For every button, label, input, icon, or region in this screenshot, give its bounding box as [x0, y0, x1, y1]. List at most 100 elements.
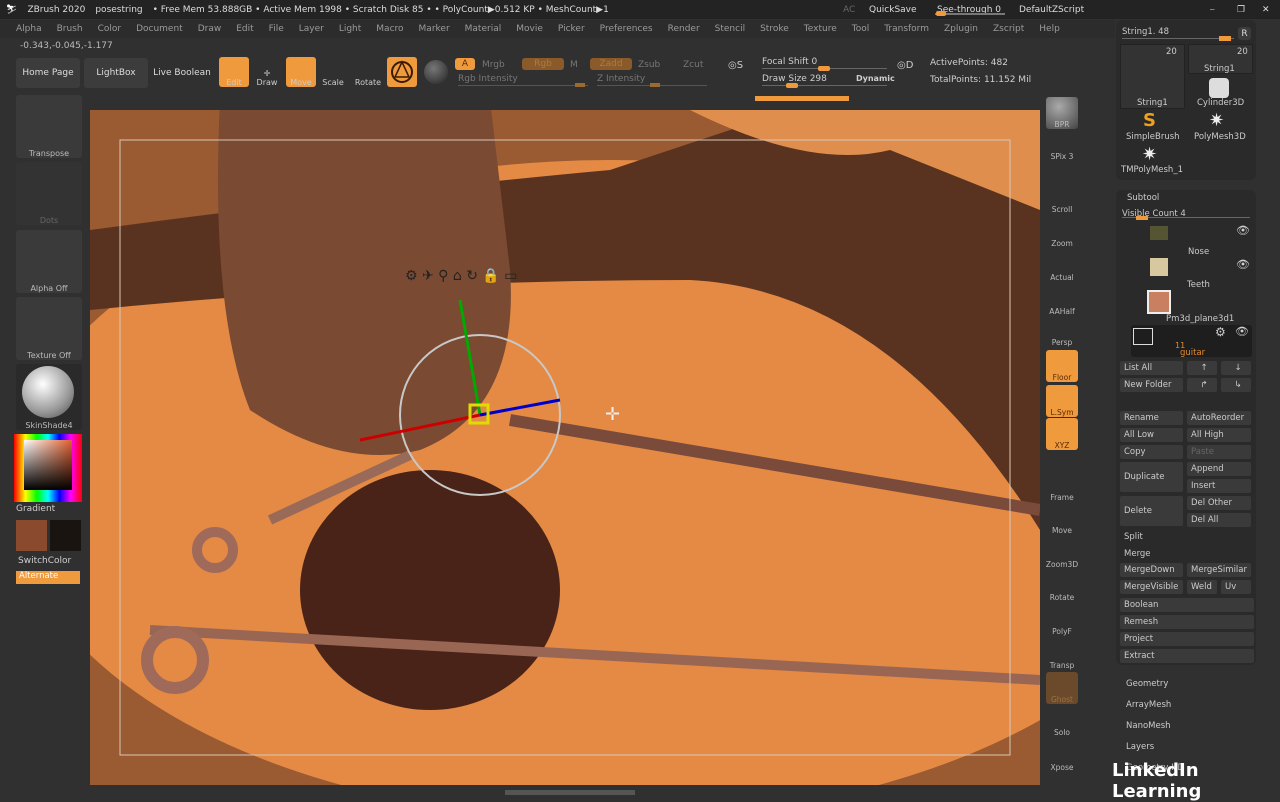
- tool-thumb-tmpolymesh[interactable]: TMPolyMesh_1: [1121, 165, 1183, 175]
- section-geometry[interactable]: Geometry: [1122, 677, 1252, 691]
- weld-button[interactable]: Weld: [1187, 580, 1217, 594]
- menu-file[interactable]: File: [269, 24, 284, 34]
- menu-brush[interactable]: Brush: [57, 24, 83, 34]
- transpose-button[interactable]: Transpose: [16, 95, 82, 158]
- gradient-label[interactable]: Gradient: [16, 504, 55, 514]
- menu-alpha[interactable]: Alpha: [16, 24, 42, 34]
- switch-color-button[interactable]: SwitchColor: [18, 556, 71, 566]
- arrow-button[interactable]: ↑: [1187, 361, 1217, 375]
- all-low-button[interactable]: All Low: [1120, 428, 1183, 442]
- eye-icon[interactable]: 👁: [1236, 258, 1250, 271]
- subtool-item-teeth[interactable]: Teeth: [1187, 280, 1210, 290]
- mergevisible-button[interactable]: MergeVisible: [1120, 580, 1183, 594]
- zcut-toggle[interactable]: Zcut: [683, 60, 703, 70]
- arrow-button[interactable]: ↱: [1187, 378, 1217, 392]
- tool-thumb-simplebrush[interactable]: SimpleBrush: [1126, 132, 1180, 142]
- lightbox-button[interactable]: LightBox: [84, 58, 148, 88]
- section-layers[interactable]: Layers: [1122, 740, 1252, 754]
- s-brush-icon[interactable]: ◎S: [728, 60, 750, 86]
- persp-button[interactable]: Persp: [1046, 315, 1078, 347]
- live-boolean-button[interactable]: Live Boolean: [150, 58, 214, 88]
- material-sphere-icon[interactable]: [424, 60, 448, 84]
- see-through-handle[interactable]: [936, 11, 946, 16]
- append-button[interactable]: Append: [1187, 462, 1251, 476]
- subtool-item-nose[interactable]: Nose: [1188, 247, 1209, 257]
- floor-button[interactable]: Floor: [1046, 350, 1078, 382]
- xpose-button[interactable]: Xpose: [1046, 740, 1078, 772]
- new-folder-button[interactable]: New Folder: [1120, 378, 1183, 392]
- alpha-button[interactable]: Alpha Off: [16, 230, 82, 293]
- secondary-color-swatch[interactable]: [50, 520, 81, 551]
- menu-help[interactable]: Help: [1039, 24, 1060, 34]
- z-intensity-slider[interactable]: Z Intensity: [597, 74, 645, 84]
- duplicate-button[interactable]: Duplicate: [1120, 462, 1183, 492]
- mrgb-toggle[interactable]: Mrgb: [482, 60, 505, 70]
- texture-button[interactable]: Texture Off: [16, 297, 82, 360]
- zsub-toggle[interactable]: Zsub: [638, 60, 660, 70]
- menu-color[interactable]: Color: [98, 24, 122, 34]
- spix-button[interactable]: SPix 3: [1046, 147, 1078, 161]
- menu-stroke[interactable]: Stroke: [760, 24, 789, 34]
- tool-thumb-polymesh3d[interactable]: PolyMesh3D: [1194, 132, 1246, 142]
- rename-button[interactable]: Rename: [1120, 411, 1183, 425]
- horizontal-scrollbar[interactable]: [505, 790, 635, 795]
- a-toggle[interactable]: A: [455, 58, 475, 70]
- menu-macro[interactable]: Macro: [376, 24, 403, 34]
- gizmo-button[interactable]: [387, 57, 417, 87]
- menu-zplugin[interactable]: Zplugin: [944, 24, 978, 34]
- subtool-title[interactable]: Subtool: [1127, 193, 1159, 203]
- actual-button[interactable]: Actual: [1046, 250, 1078, 282]
- polyf-button[interactable]: PolyF: [1046, 604, 1078, 636]
- mergesimilar-button[interactable]: MergeSimilar: [1187, 563, 1251, 577]
- paste-button[interactable]: Paste: [1187, 445, 1251, 459]
- gear-icon[interactable]: ⚙: [1215, 325, 1226, 339]
- list-all-button[interactable]: List All: [1120, 361, 1183, 375]
- eye-icon[interactable]: 👁: [1235, 325, 1249, 338]
- rgb-toggle[interactable]: Rgb: [522, 58, 564, 70]
- default-zscript-button[interactable]: DefaultZScript: [1019, 5, 1084, 15]
- copy-button[interactable]: Copy: [1120, 445, 1183, 459]
- arrow-button[interactable]: ↳: [1221, 378, 1251, 392]
- mergedown-button[interactable]: MergeDown: [1120, 563, 1183, 577]
- merge-button[interactable]: Merge: [1120, 547, 1250, 561]
- focal-shift-slider[interactable]: Focal Shift 0: [762, 57, 817, 67]
- close-icon[interactable]: ✕: [1262, 5, 1270, 15]
- solo-button[interactable]: Solo: [1046, 705, 1078, 737]
- menu-stencil[interactable]: Stencil: [715, 24, 745, 34]
- home-page-button[interactable]: Home Page: [16, 58, 80, 88]
- move-button[interactable]: Move: [1046, 503, 1078, 535]
- ac-label[interactable]: AC: [843, 5, 855, 15]
- remesh-section[interactable]: Remesh: [1120, 615, 1254, 629]
- project-section[interactable]: Project: [1120, 632, 1254, 646]
- aahalf-button[interactable]: AAHalf: [1046, 284, 1078, 316]
- tool-thumb-cylinder3d[interactable]: Cylinder3D: [1197, 98, 1244, 108]
- menu-edit[interactable]: Edit: [236, 24, 253, 34]
- frame-button[interactable]: Frame: [1046, 470, 1078, 502]
- draw-button[interactable]: ✛ Draw: [252, 57, 282, 87]
- subtool-thumb[interactable]: [1147, 290, 1171, 314]
- section-nanomesh[interactable]: NanoMesh: [1122, 719, 1252, 733]
- menu-preferences[interactable]: Preferences: [600, 24, 653, 34]
- tool-slider[interactable]: String1. 48: [1122, 27, 1169, 37]
- quicksave-button[interactable]: QuickSave: [869, 5, 917, 15]
- subtool-thumb[interactable]: [1150, 226, 1168, 240]
- menu-render[interactable]: Render: [668, 24, 700, 34]
- rotate-button[interactable]: Rotate: [353, 57, 383, 87]
- arrow-button[interactable]: ↓: [1221, 361, 1251, 375]
- stroke-dots-button[interactable]: Dots: [16, 162, 82, 225]
- menu-marker[interactable]: Marker: [419, 24, 450, 34]
- split-button[interactable]: Split: [1120, 530, 1250, 544]
- subtool-item-pm3d-plane[interactable]: Pm3d_plane3d1: [1166, 314, 1234, 324]
- rgb-intensity-slider[interactable]: Rgb Intensity: [458, 74, 518, 84]
- scale-button[interactable]: Scale: [318, 57, 348, 87]
- scroll-button[interactable]: Scroll: [1046, 182, 1078, 214]
- autoreorder-button[interactable]: AutoReorder: [1187, 411, 1251, 425]
- rotate-button[interactable]: Rotate: [1046, 570, 1078, 602]
- transp-button[interactable]: Transp: [1046, 638, 1078, 670]
- menu-transform[interactable]: Transform: [884, 24, 929, 34]
- bpr-button[interactable]: BPR: [1046, 97, 1078, 129]
- eye-icon[interactable]: 👁: [1236, 224, 1250, 237]
- menu-zscript[interactable]: Zscript: [993, 24, 1024, 34]
- menu-draw[interactable]: Draw: [198, 24, 222, 34]
- menu-layer[interactable]: Layer: [299, 24, 324, 34]
